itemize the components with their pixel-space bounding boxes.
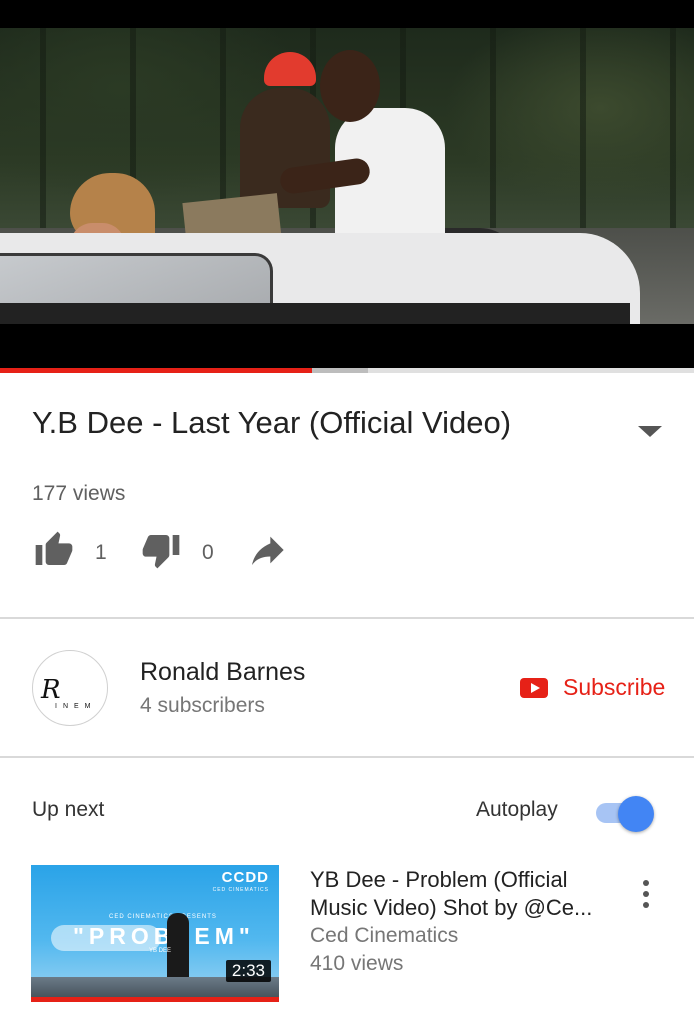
view-count: 177 views xyxy=(32,482,126,505)
toggle-knob xyxy=(618,796,654,832)
channel-name[interactable]: Ronald Barnes xyxy=(140,658,305,687)
chevron-down-icon[interactable] xyxy=(638,426,662,437)
thumb-brand: CCDD xyxy=(221,869,269,886)
video-frame[interactable] xyxy=(0,28,694,324)
autoplay-toggle[interactable] xyxy=(596,796,656,832)
more-dot xyxy=(643,902,649,908)
subscribe-label: Subscribe xyxy=(563,674,666,700)
dislike-count: 0 xyxy=(202,541,214,564)
thumb-title-word: "PROBLEM" xyxy=(73,923,255,949)
youtube-logo-icon xyxy=(520,678,548,698)
subscriber-count: 4 subscribers xyxy=(140,694,265,717)
scene-car-shadow xyxy=(0,303,630,324)
video-duration: 2:33 xyxy=(225,960,271,982)
thumb-presents: CED CINEMATICS PRESENTS xyxy=(109,914,217,920)
thumb-down-icon[interactable] xyxy=(139,530,183,570)
up-next-heading: Up next xyxy=(32,798,105,821)
avatar-logo-text: R xyxy=(41,675,61,705)
thumb-artist: YB DEE xyxy=(149,948,172,954)
divider xyxy=(0,756,694,758)
more-dot xyxy=(643,891,649,897)
scene-person-head xyxy=(320,50,380,122)
up-next-title[interactable]: YB Dee - Problem (Official Music Video) … xyxy=(310,866,610,922)
divider xyxy=(0,617,694,619)
up-next-views: 410 views xyxy=(310,952,404,975)
thumb-watched-bar xyxy=(31,997,279,1002)
video-title[interactable]: Y.B Dee - Last Year (Official Video) xyxy=(32,405,511,441)
share-icon[interactable] xyxy=(246,530,288,570)
thumb-brand-sub: CED CINEMATICS xyxy=(212,887,269,893)
autoplay-label: Autoplay xyxy=(476,798,558,821)
video-player[interactable] xyxy=(0,0,694,368)
progress-bar[interactable] xyxy=(0,368,694,373)
avatar-logo-subtext: INEM xyxy=(55,703,97,710)
more-vert-icon[interactable] xyxy=(636,876,656,912)
channel-avatar[interactable]: R INEM xyxy=(32,650,108,726)
progress-played xyxy=(0,368,312,373)
thumb-up-icon[interactable] xyxy=(32,530,76,570)
up-next-thumbnail[interactable]: CCDD CED CINEMATICS CED CINEMATICS PRESE… xyxy=(31,865,279,1002)
like-count: 1 xyxy=(95,541,107,564)
up-next-channel: Ced Cinematics xyxy=(310,924,459,947)
more-dot xyxy=(643,880,649,886)
